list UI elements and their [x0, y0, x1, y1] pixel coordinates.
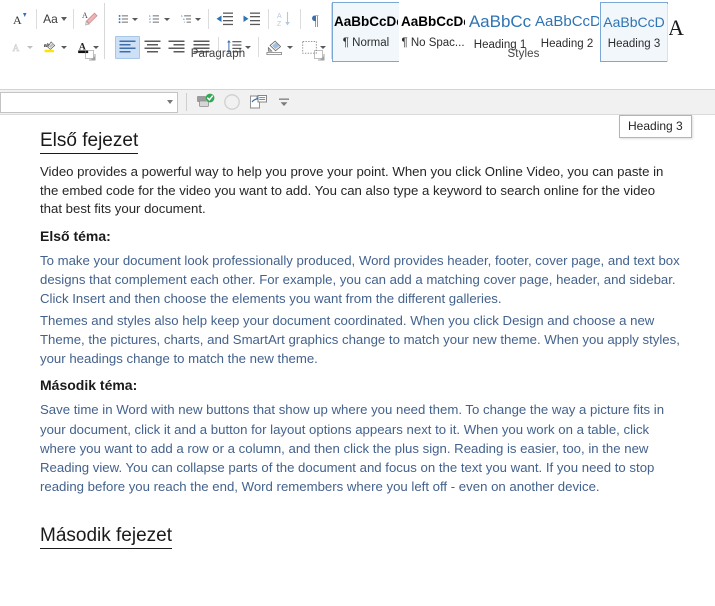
bullets-button[interactable] [115, 7, 141, 31]
font-group: A Aa A A ab A [0, 0, 104, 66]
word-application-window: A Aa A A ab A 1 2 3 1 a i A Z ¶ Paragrap… [0, 0, 715, 606]
grow-font-button[interactable]: A [8, 7, 32, 31]
chapter-heading-2[interactable]: Második fejezet [40, 525, 173, 549]
change-case-label: Aa [43, 12, 58, 26]
insert-reference-button[interactable] [245, 91, 271, 113]
style-preview: AaBbCcD [535, 14, 599, 29]
sort-button[interactable]: A Z [272, 7, 296, 31]
decrease-indent-button[interactable] [213, 7, 237, 31]
ribbon: A Aa A A ab A 1 2 3 1 a i A Z ¶ Paragrap… [0, 0, 715, 90]
topic-2-paragraph-1[interactable]: Save time in Word with new buttons that … [40, 400, 680, 496]
chevron-down-icon[interactable] [92, 45, 99, 49]
text-effects-button[interactable]: A [8, 35, 36, 59]
chevron-down-icon[interactable] [167, 100, 173, 104]
styles-group-caption: Styles [507, 48, 540, 60]
text-highlight-color-button[interactable]: ab [40, 35, 70, 59]
topic-heading-1[interactable]: Első téma: [40, 228, 680, 245]
numbering-button[interactable]: 1 2 3 [146, 7, 172, 31]
multilevel-list-button[interactable]: 1 a i [178, 7, 204, 31]
chevron-down-icon[interactable] [60, 45, 67, 49]
document-page[interactable]: Első fejezet Video provides a powerful w… [40, 116, 680, 558]
chapter-heading-2-wrap: Második fejezet [40, 511, 680, 558]
chapter-heading-1-wrap: Első fejezet [40, 116, 680, 163]
svg-text:A: A [277, 13, 282, 20]
style-preview: AaBbCc [468, 13, 532, 30]
more-commands-button[interactable] [271, 91, 297, 113]
style-preview: AaBbCcD [603, 14, 665, 29]
clear-formatting-button[interactable]: A [78, 7, 102, 31]
divider [73, 9, 74, 29]
chevron-down-icon[interactable] [194, 17, 201, 21]
svg-text:A: A [82, 11, 88, 20]
topic-1-paragraph-1[interactable]: To make your document look professionall… [40, 251, 680, 309]
divider [186, 93, 187, 111]
increase-indent-button[interactable] [240, 7, 264, 31]
font-dialog-launcher[interactable] [85, 50, 96, 61]
svg-text:A: A [12, 44, 19, 54]
spelling-and-grammar-button[interactable] [193, 91, 219, 113]
svg-text:A: A [13, 13, 22, 27]
change-case-button[interactable]: Aa [41, 7, 69, 31]
style-preview: A [668, 16, 684, 39]
paragraph-group-caption: Paragraph [190, 48, 246, 60]
tooltip-text: Heading 3 [628, 119, 683, 133]
styles-group: AaBbCcDc ¶ Normal AaBbCcDc ¶ No Spac... … [332, 0, 715, 66]
svg-text:i: i [184, 20, 185, 24]
secondary-toolbar [0, 90, 715, 115]
svg-text:¶: ¶ [312, 13, 319, 27]
paragraph-dialog-launcher[interactable] [314, 50, 325, 61]
style-combo-box[interactable] [0, 91, 178, 113]
chapter-heading-1[interactable]: Első fejezet [40, 130, 139, 154]
chevron-down-icon[interactable] [132, 17, 139, 21]
divider [36, 9, 37, 29]
chevron-down-icon[interactable] [163, 17, 170, 21]
chevron-down-icon[interactable] [60, 17, 67, 21]
topic-heading-2[interactable]: Második téma: [40, 377, 680, 394]
style-tooltip: Heading 3 [619, 115, 692, 138]
style-preview: AaBbCcDc [401, 14, 465, 29]
ellipse-shape-button[interactable] [219, 91, 245, 113]
svg-text:3: 3 [149, 20, 151, 24]
paragraph-group: 1 2 3 1 a i A Z ¶ Paragraph [105, 0, 331, 66]
topic-1-paragraph-2[interactable]: Themes and styles also help keep your do… [40, 311, 680, 369]
chevron-down-icon[interactable] [27, 45, 34, 49]
show-formatting-marks-button[interactable]: ¶ [305, 7, 329, 31]
intro-paragraph[interactable]: Video provides a powerful way to help yo… [40, 163, 680, 219]
svg-text:Z: Z [277, 21, 282, 27]
document-canvas[interactable]: Első fejezet Video provides a powerful w… [0, 116, 715, 606]
divider [207, 9, 209, 29]
divider [267, 9, 269, 29]
style-preview: AaBbCcDc [334, 14, 398, 29]
divider [300, 9, 301, 29]
